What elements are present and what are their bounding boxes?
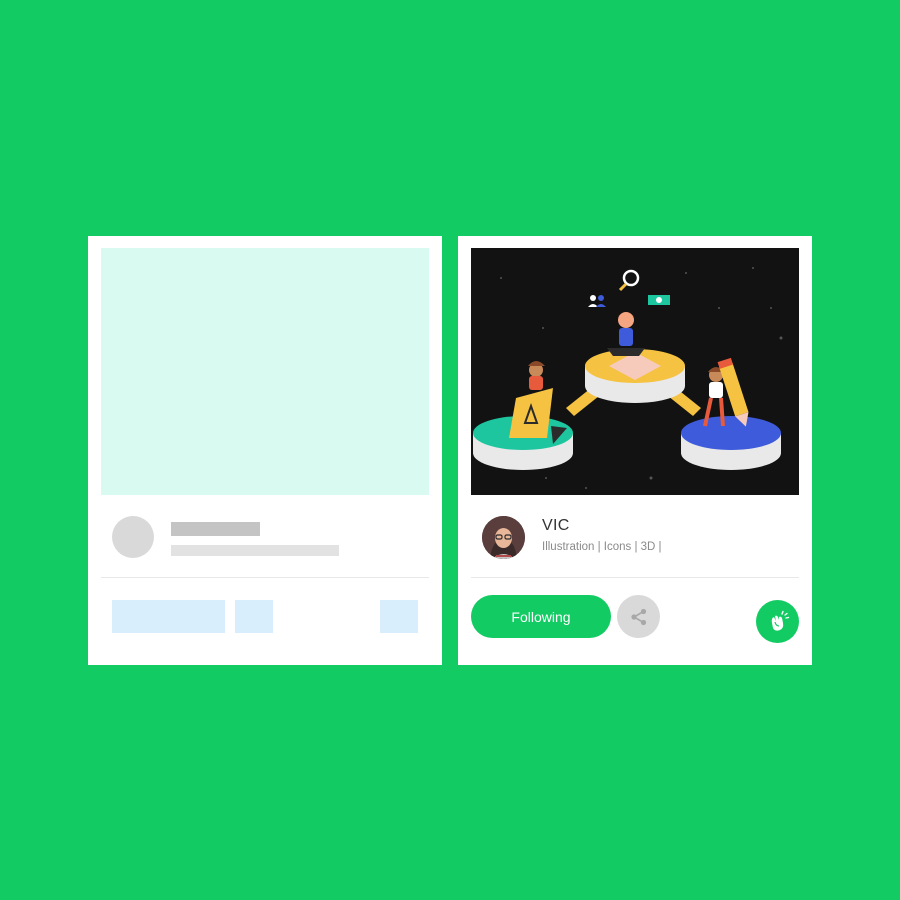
skeleton-follow-button [112, 600, 225, 633]
creator-tags: Illustration | Icons | 3D | [542, 541, 662, 553]
avatar-photo [482, 516, 525, 559]
creator-avatar[interactable] [482, 516, 525, 559]
card-divider [471, 577, 799, 578]
project-cover-image[interactable] [471, 248, 799, 495]
project-card: VIC Illustration | Icons | 3D | Followin… [458, 236, 812, 665]
creator-name[interactable]: VIC [542, 517, 570, 535]
skeleton-tags [171, 545, 339, 556]
skeleton-divider [101, 577, 429, 578]
skeleton-share-button [235, 600, 273, 633]
skeleton-appreciate-button [380, 600, 418, 633]
skeleton-avatar [112, 516, 154, 558]
following-button[interactable]: Following [471, 595, 611, 638]
appreciate-button[interactable] [756, 600, 799, 643]
share-icon [630, 608, 646, 625]
skeleton-card [88, 236, 442, 665]
share-button[interactable] [617, 595, 660, 638]
skeleton-name [171, 522, 260, 536]
skeleton-image [101, 248, 429, 495]
clap-icon [771, 610, 789, 631]
cover-illustration [471, 248, 799, 495]
